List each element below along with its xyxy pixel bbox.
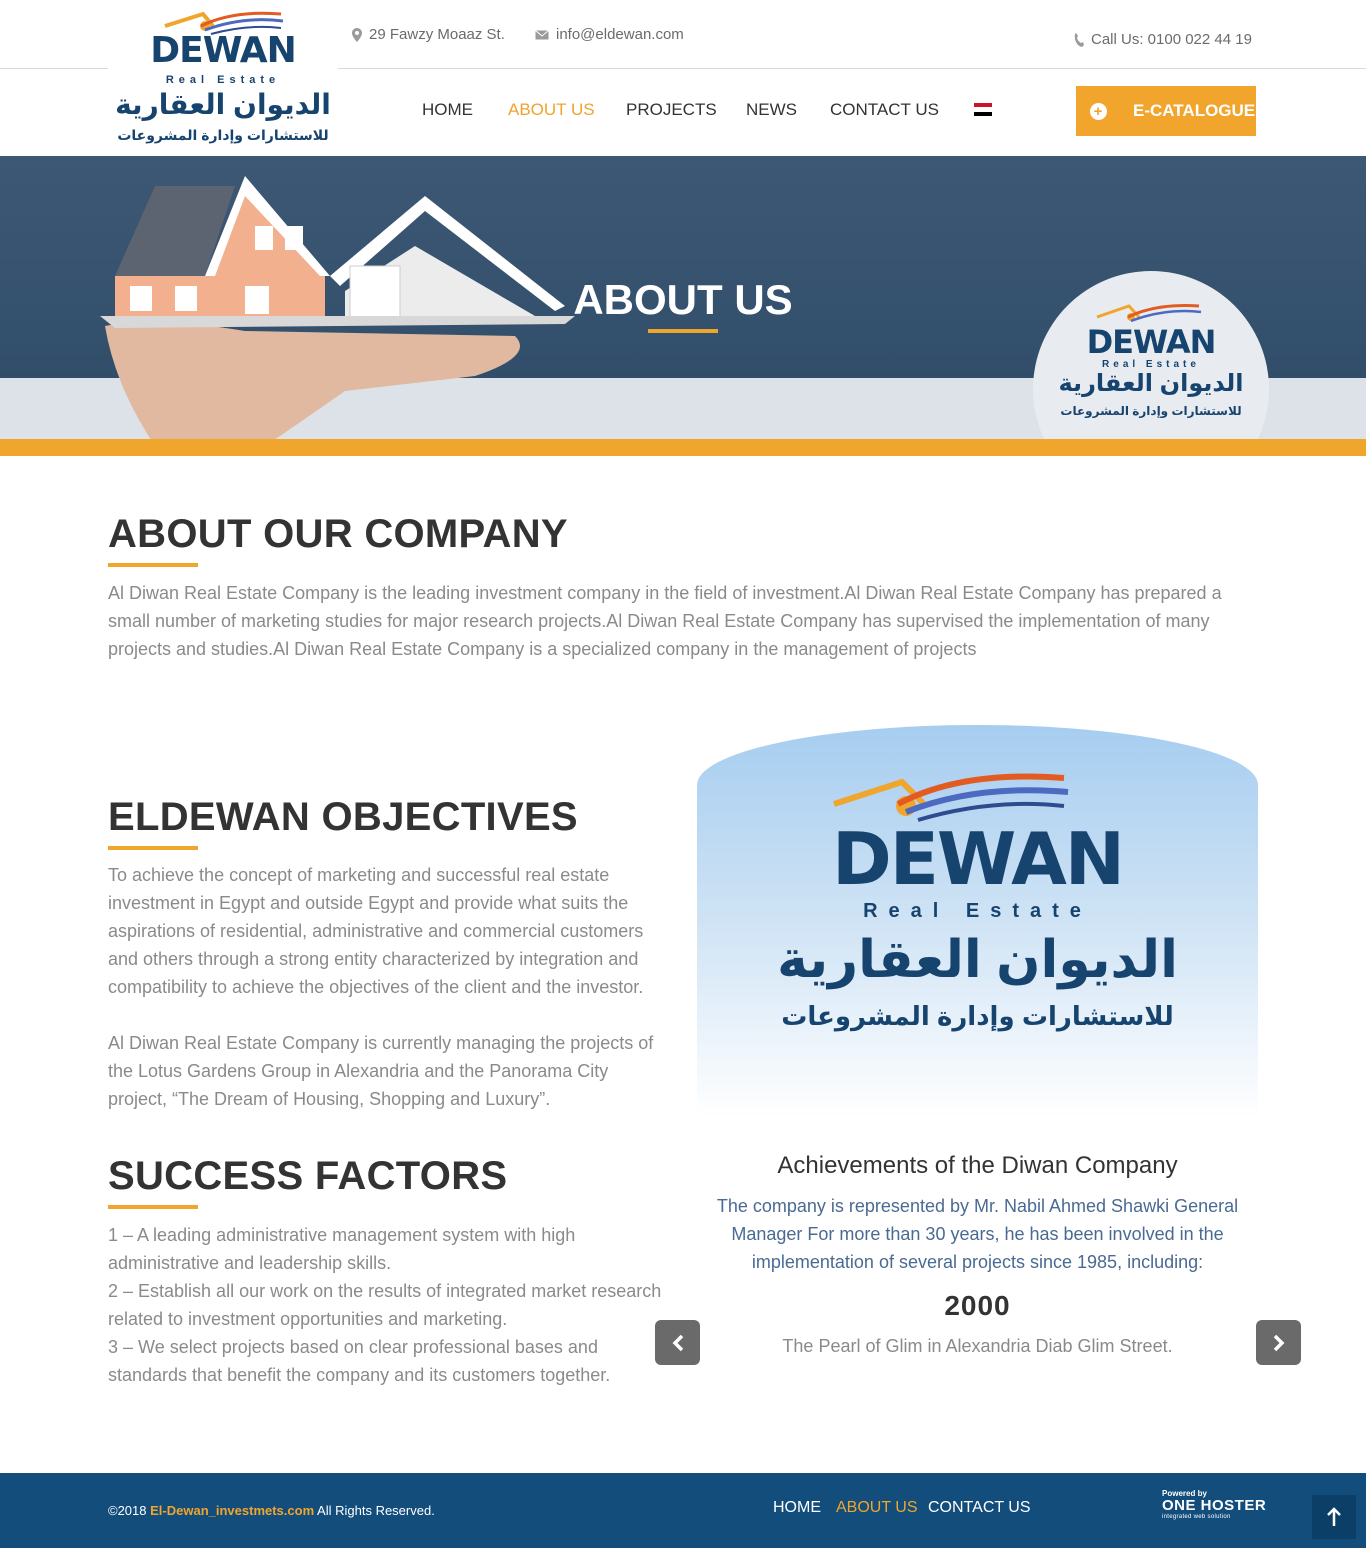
company-logo-image: DEWAN Real Estate الديوان العقارية للاست… xyxy=(697,725,1258,1117)
chevron-left-icon xyxy=(672,1334,683,1351)
back-to-top-button[interactable] xyxy=(1312,1495,1356,1539)
e-catalogue-button[interactable]: + E-CATALOGUE xyxy=(1076,86,1256,136)
envelope-icon xyxy=(535,29,549,39)
image-subtitle: Real Estate xyxy=(863,900,1092,922)
e-catalogue-label: E-CATALOGUE xyxy=(1133,101,1256,120)
footer-nav-home[interactable]: HOME xyxy=(773,1499,821,1517)
about-text: Al Diwan Real Estate Company is the lead… xyxy=(108,583,1222,659)
powered-by-logo[interactable]: Powered by ONE HOSTER integrated web sol… xyxy=(1162,1489,1266,1520)
badge-arabic-name: الديوان العقارية xyxy=(1058,370,1244,397)
achievement-description: The Pearl of Glim in Alexandria Diab Gli… xyxy=(782,1336,1173,1356)
objectives-text: To achieve the concept of marketing and … xyxy=(108,865,644,997)
title-underline xyxy=(648,329,718,333)
phone-text[interactable]: Call Us: 0100 022 44 19 xyxy=(1091,31,1252,48)
address-item: 29 Fawzy Moaaz St. xyxy=(352,26,505,43)
email-text[interactable]: info@eldewan.com xyxy=(556,26,684,43)
success-item-2: 2 – Establish all our work on the result… xyxy=(108,1281,662,1329)
arrow-up-icon xyxy=(1327,1507,1341,1526)
slider-next-button[interactable] xyxy=(1256,1320,1301,1365)
copyright: ©2018 El-Dewan_investmets.com All Rights… xyxy=(108,1503,435,1518)
logo-arabic-tagline: للاستشارات وإدارة المشروعات xyxy=(117,127,329,143)
phone-icon xyxy=(1074,32,1084,47)
success-underline xyxy=(108,1205,198,1209)
image-brand: DEWAN xyxy=(831,817,1125,901)
objectives-text-2: Al Diwan Real Estate Company is currentl… xyxy=(108,1033,654,1109)
slider-prev-button[interactable] xyxy=(655,1320,700,1365)
achievement-year: 2000 xyxy=(944,1290,1011,1321)
site-footer: ©2018 El-Dewan_investmets.com All Rights… xyxy=(0,1473,1366,1548)
achievements-text: The company is represented by Mr. Nabil … xyxy=(716,1196,1239,1272)
copyright-prefix: ©2018 xyxy=(108,1503,147,1518)
site-logo[interactable]: DEWAN Real Estate الديوان العقارية للاست… xyxy=(108,0,338,155)
language-flag-icon[interactable] xyxy=(974,103,992,116)
nav-projects[interactable]: PROJECTS xyxy=(626,100,717,120)
success-item-3: 3 – We select projects based on clear pr… xyxy=(108,1337,611,1385)
objectives-underline xyxy=(108,846,198,850)
copyright-suffix: All Rights Reserved. xyxy=(317,1503,435,1518)
plus-circle-icon: + xyxy=(1076,86,1120,136)
powered-by-brand: ONE HOSTER xyxy=(1162,1497,1267,1514)
hero-banner: ABOUT US DEWAN Real Estate الديوان العقا… xyxy=(0,156,1366,456)
logo-arabic-name: الديوان العقارية xyxy=(115,89,331,120)
email-item[interactable]: info@eldewan.com xyxy=(535,26,684,43)
objectives-heading: ELDEWAN OBJECTIVES xyxy=(108,795,578,839)
nav-home[interactable]: HOME xyxy=(422,100,473,120)
logo-brand: DEWAN xyxy=(150,30,297,71)
success-item-1: 1 – A leading administrative management … xyxy=(108,1225,576,1273)
address-text: 29 Fawzy Moaaz St. xyxy=(369,26,505,43)
nav-news[interactable]: NEWS xyxy=(746,100,797,120)
copyright-site-link[interactable]: El-Dewan_investmets.com xyxy=(150,1503,314,1518)
success-heading: SUCCESS FACTORS xyxy=(108,1154,508,1198)
footer-nav-contact-us[interactable]: CONTACT US xyxy=(928,1499,1031,1517)
about-underline xyxy=(108,563,198,567)
footer-nav-about-us[interactable]: ABOUT US xyxy=(836,1499,918,1517)
badge-arabic-tagline: للاستشارات وإدارة المشروعات xyxy=(1060,404,1242,418)
phone-item[interactable]: Call Us: 0100 022 44 19 xyxy=(1074,31,1252,48)
about-heading: ABOUT OUR COMPANY xyxy=(108,512,568,556)
hero-accent-stripe xyxy=(0,439,1366,456)
map-pin-icon xyxy=(352,27,362,42)
chevron-right-icon xyxy=(1273,1334,1284,1351)
powered-by-tagline: integrated web solution xyxy=(1162,1514,1231,1520)
nav-about-us[interactable]: ABOUT US xyxy=(508,100,595,120)
badge-brand: DEWAN xyxy=(1086,323,1217,361)
image-arabic-tagline: للاستشارات وإدارة المشروعات xyxy=(781,1001,1174,1031)
nav-contact-us[interactable]: CONTACT US xyxy=(830,100,939,120)
image-arabic-name: الديوان العقارية xyxy=(777,931,1178,989)
logo-subtitle: Real Estate xyxy=(165,74,281,86)
achievements-title: Achievements of the Diwan Company xyxy=(777,1152,1178,1179)
